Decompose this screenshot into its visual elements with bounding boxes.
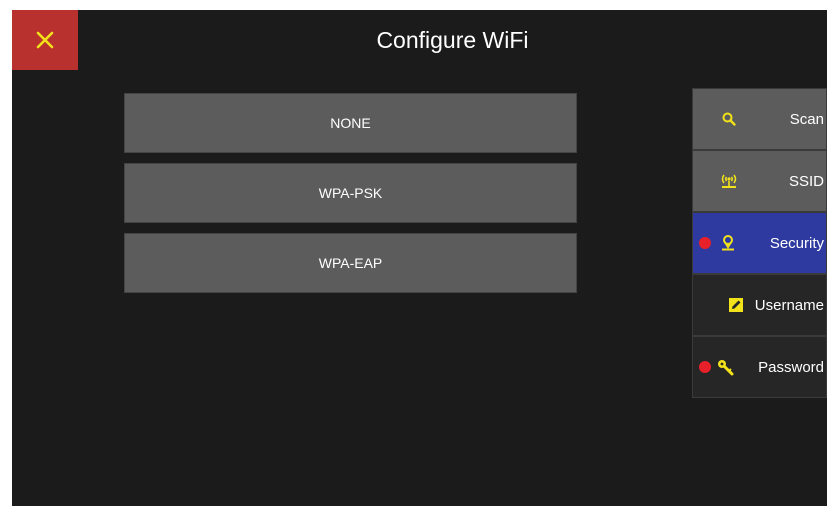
sidebar-item-label: Scan [789, 110, 824, 128]
key-icon [716, 358, 736, 376]
edit-icon [728, 297, 744, 313]
option-none-button[interactable]: NONE [124, 93, 577, 153]
sidebar-item-scan[interactable]: Scan [692, 88, 827, 150]
pin-icon [719, 234, 737, 252]
sidebar-item-label: Security [769, 234, 824, 252]
option-wpa-psk-button[interactable]: WPA-PSK [124, 163, 577, 223]
broadcast-icon [718, 172, 740, 190]
required-indicator [699, 237, 711, 249]
wifi-config-screen: Configure WiFi NONE WPA-PSK WPA-EAP Scan [12, 10, 827, 506]
page-title: Configure WiFi [376, 26, 529, 53]
search-icon [721, 111, 737, 127]
required-indicator [699, 361, 711, 373]
sidebar-item-label: Password [758, 358, 824, 376]
sidebar-item-label: Username [754, 296, 824, 314]
sidebar-item-password[interactable]: Password [692, 336, 827, 398]
sidebar-item-ssid[interactable]: SSID [692, 150, 827, 212]
close-button[interactable] [12, 10, 78, 70]
close-icon [36, 31, 54, 49]
sidebar-item-username[interactable]: Username [692, 274, 827, 336]
sidebar-item-security[interactable]: Security [692, 212, 827, 274]
sidebar-item-label: SSID [788, 172, 824, 190]
option-wpa-eap-button[interactable]: WPA-EAP [124, 233, 577, 293]
